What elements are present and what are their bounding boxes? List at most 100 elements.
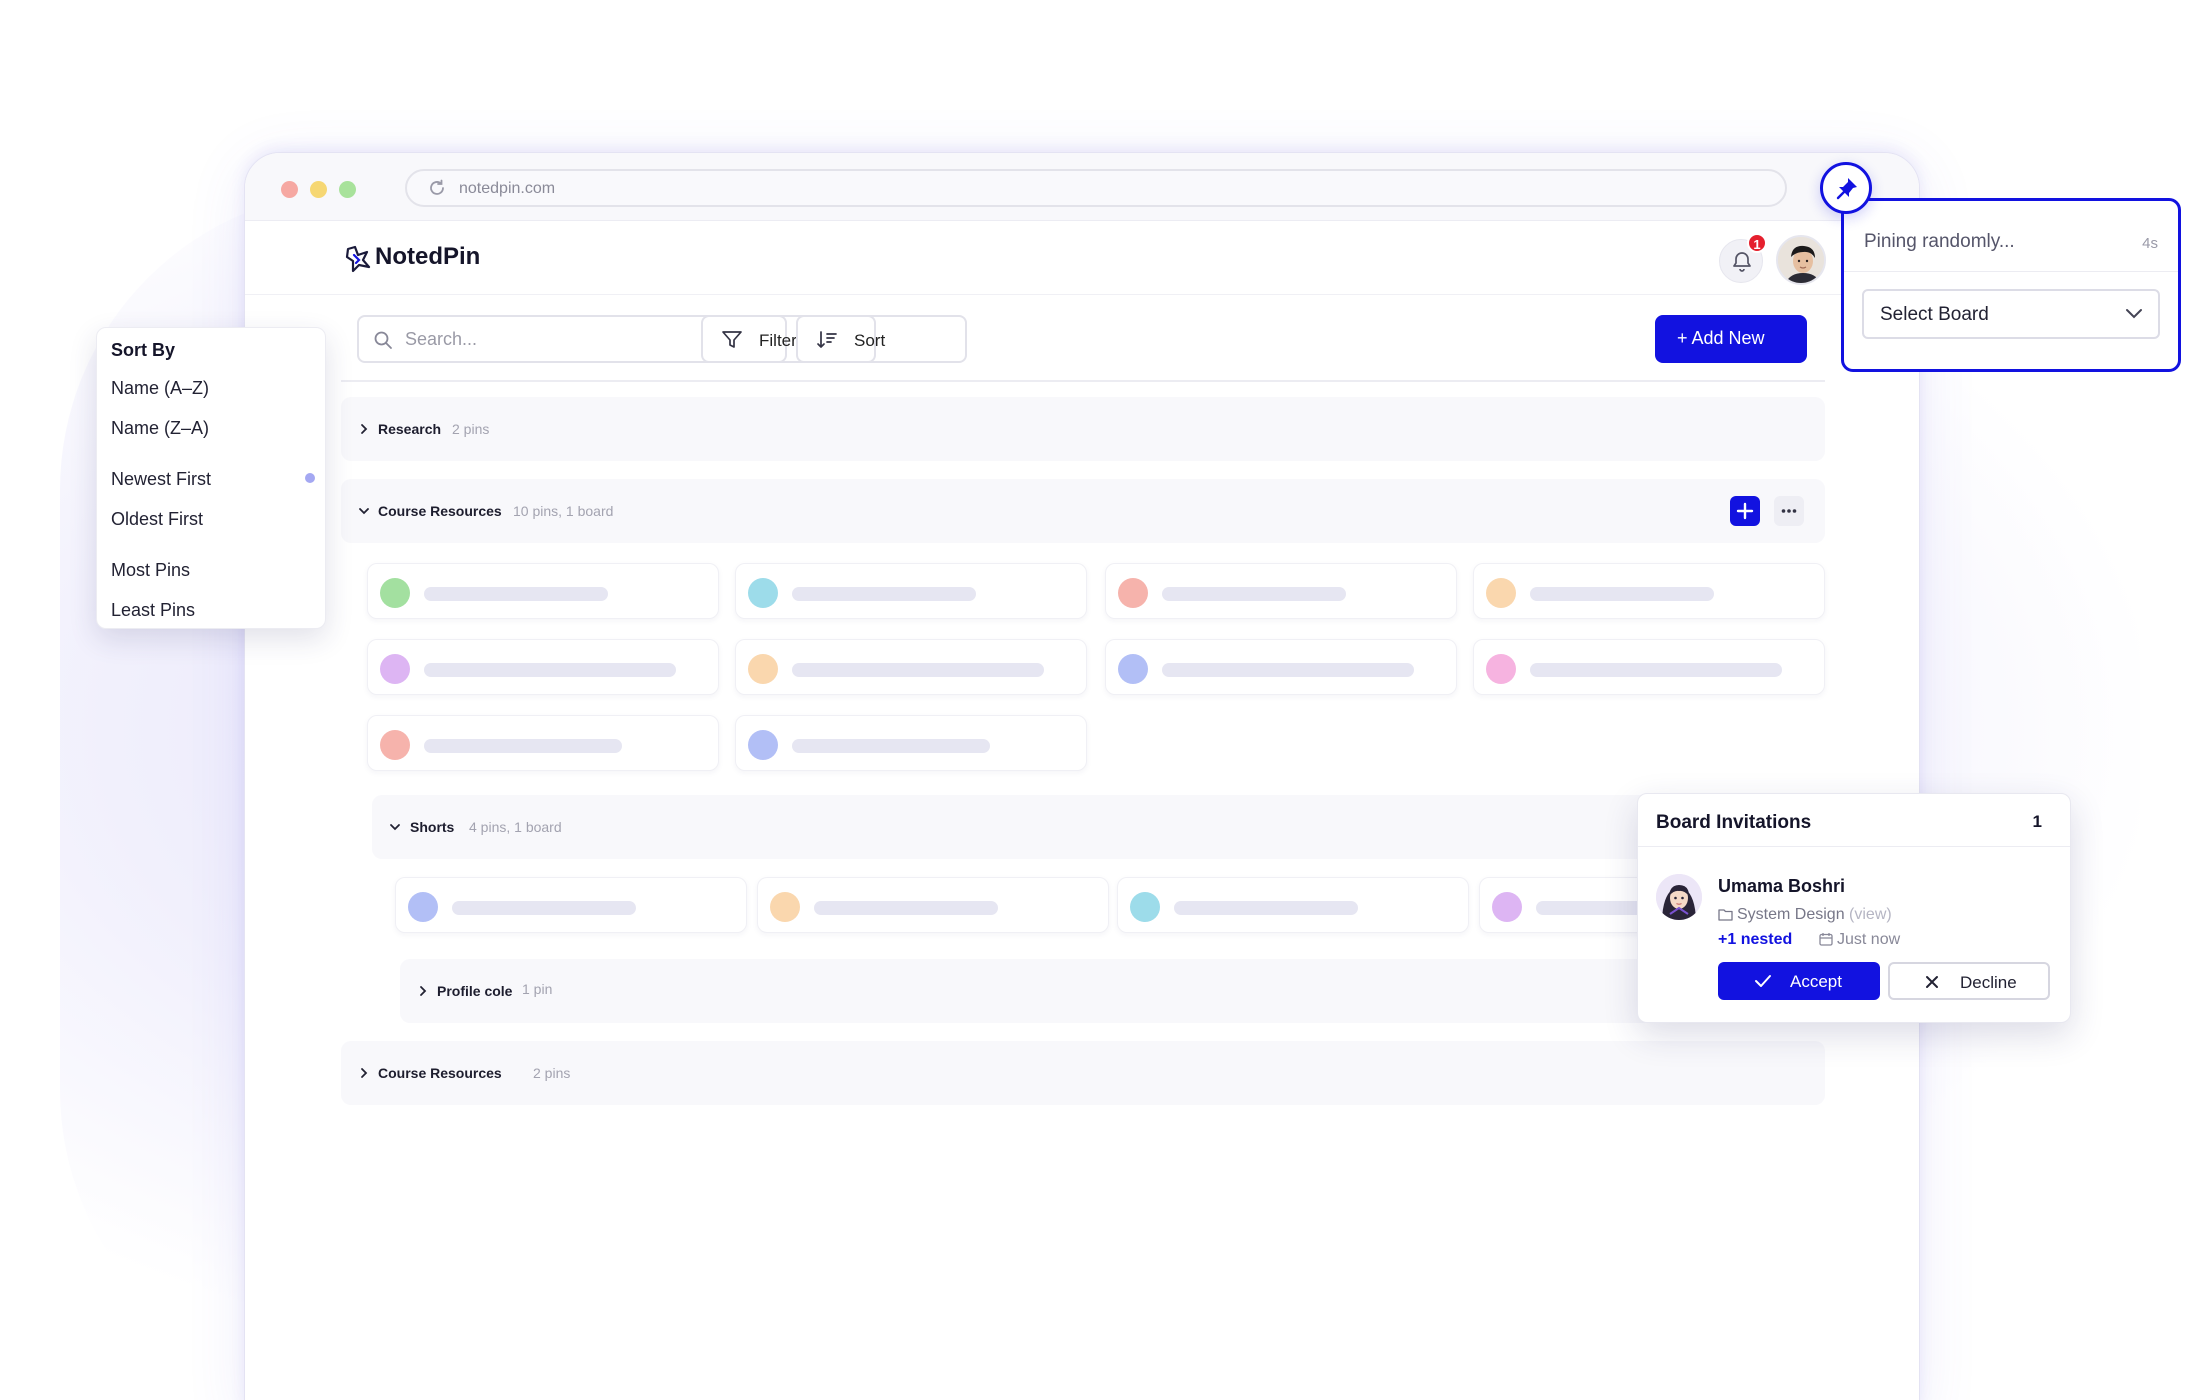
reload-icon[interactable] xyxy=(427,178,447,198)
pin-color-dot xyxy=(1486,654,1516,684)
sort-option-name-asc[interactable]: Name (A–Z) xyxy=(111,378,209,399)
folder-profile-cole[interactable]: Profile cole 1 pin xyxy=(400,959,1825,1023)
pin-card[interactable] xyxy=(1117,877,1469,933)
pin-title-placeholder xyxy=(792,739,990,753)
pin-card[interactable] xyxy=(735,715,1087,771)
pin-card[interactable] xyxy=(735,639,1087,695)
sender-name: Umama Boshri xyxy=(1718,876,1846,896)
filter-icon xyxy=(722,331,742,348)
pin-card[interactable] xyxy=(735,563,1087,619)
toolbar: Filter Sort + Add New xyxy=(245,295,1919,379)
invite-board-line: System Design (view) xyxy=(1718,906,1892,924)
checkmark-icon xyxy=(1755,975,1771,987)
window-maximize-button[interactable] xyxy=(339,181,356,198)
pin-title-placeholder xyxy=(1530,663,1782,677)
folder-meta: 10 pins, 1 board xyxy=(513,503,614,519)
bell-icon xyxy=(1733,252,1751,272)
invite-time-line: Just now xyxy=(1819,931,1900,949)
pin-color-dot xyxy=(408,892,438,922)
add-pin-button[interactable] xyxy=(1730,496,1760,526)
sort-option-least-pins[interactable]: Least Pins xyxy=(111,600,195,621)
chevron-right-icon[interactable] xyxy=(357,1066,371,1080)
user-avatar[interactable] xyxy=(1776,235,1826,285)
folder-course-resources[interactable]: Course Resources 10 pins, 1 board xyxy=(341,479,1825,543)
sort-label: Sort xyxy=(854,331,886,350)
pin-card[interactable] xyxy=(757,877,1109,933)
invite-board-name: System Design xyxy=(1737,906,1845,923)
sort-option-name-desc[interactable]: Name (Z–A) xyxy=(111,418,209,439)
invitations-title: Board Invitations xyxy=(1656,812,1812,833)
sort-option-oldest-first[interactable]: Oldest First xyxy=(111,509,203,530)
chevron-down-icon[interactable] xyxy=(357,504,371,518)
folder-course-resources-2[interactable]: Course Resources 2 pins xyxy=(341,1041,1825,1105)
decline-button[interactable]: Decline xyxy=(1888,962,2050,1000)
pin-card[interactable] xyxy=(1473,563,1825,619)
pin-card[interactable] xyxy=(367,563,719,619)
pin-title-placeholder xyxy=(424,587,608,601)
folder-research[interactable]: Research 2 pins xyxy=(341,397,1825,461)
filter-button[interactable]: Filter xyxy=(701,315,797,363)
window-minimize-button[interactable] xyxy=(310,181,327,198)
nested-count[interactable]: +1 nested xyxy=(1718,931,1792,949)
pin-title-placeholder xyxy=(792,587,976,601)
pin-card[interactable] xyxy=(367,715,719,771)
pin-title-placeholder xyxy=(1174,901,1358,915)
more-options-button[interactable] xyxy=(1774,496,1804,526)
folder-name: Course Resources xyxy=(378,503,502,519)
sort-option-newest-first[interactable]: Newest First xyxy=(111,469,211,490)
pin-color-dot xyxy=(1118,578,1148,608)
pin-color-dot xyxy=(748,730,778,760)
address-bar[interactable]: notedpin.com xyxy=(405,169,1787,207)
pin-title-placeholder xyxy=(1162,587,1346,601)
window-close-button[interactable] xyxy=(281,181,298,198)
sort-button[interactable]: Sort xyxy=(796,315,885,363)
filter-label: Filter xyxy=(759,331,797,350)
pin-card[interactable] xyxy=(1105,563,1457,619)
sort-dropdown-menu: Sort By Name (A–Z) Name (Z–A) Newest Fir… xyxy=(96,327,326,629)
app-header: NotedPin 1 xyxy=(245,221,1919,295)
accept-button[interactable]: Accept xyxy=(1718,962,1880,1000)
pin-icon xyxy=(1836,178,1857,200)
folder-meta: 2 pins xyxy=(533,1065,571,1081)
pin-title-placeholder xyxy=(424,739,622,753)
toolbar-divider xyxy=(341,380,1825,382)
sender-avatar xyxy=(1656,874,1702,920)
selected-indicator-dot xyxy=(305,473,315,483)
pin-card[interactable] xyxy=(367,639,719,695)
pin-color-dot xyxy=(748,578,778,608)
invite-time: Just now xyxy=(1837,931,1901,948)
notification-badge: 1 xyxy=(1747,233,1767,253)
pin-color-dot xyxy=(380,578,410,608)
pin-extension-button[interactable] xyxy=(1820,162,1872,214)
pin-title-placeholder xyxy=(1530,587,1714,601)
pin-color-dot xyxy=(1118,654,1148,684)
pin-color-dot xyxy=(1486,578,1516,608)
folder-shorts[interactable]: Shorts 4 pins, 1 board xyxy=(372,795,1825,859)
pin-color-dot xyxy=(380,654,410,684)
panel-divider xyxy=(1844,271,2178,272)
chevron-right-icon[interactable] xyxy=(357,422,371,436)
search-icon xyxy=(374,331,392,349)
pin-color-dot xyxy=(748,654,778,684)
accept-label: Accept xyxy=(1790,972,1842,991)
pin-status-text: Pining randomly... xyxy=(1864,231,2015,252)
pin-card[interactable] xyxy=(1105,639,1457,695)
invitations-count: 1 xyxy=(2032,812,2042,831)
pin-card[interactable] xyxy=(395,877,747,933)
plus-icon xyxy=(1736,502,1754,520)
view-board-link[interactable]: (view) xyxy=(1849,906,1892,923)
chevron-down-icon[interactable] xyxy=(388,820,402,834)
pin-card[interactable] xyxy=(1473,639,1825,695)
folder-name: Profile cole xyxy=(437,983,513,999)
sort-option-most-pins[interactable]: Most Pins xyxy=(111,560,190,581)
select-board-dropdown[interactable]: Select Board xyxy=(1862,289,2160,339)
pin-timer: 4s xyxy=(2142,235,2158,252)
folder-meta: 1 pin xyxy=(522,981,553,997)
app-name[interactable]: NotedPin xyxy=(375,243,480,271)
chevron-right-icon[interactable] xyxy=(416,984,430,998)
folder-name: Research xyxy=(378,421,442,437)
add-new-button[interactable]: + Add New xyxy=(1655,315,1807,363)
pin-title-placeholder xyxy=(452,901,636,915)
folder-name: Shorts xyxy=(410,819,455,835)
more-icon xyxy=(1781,509,1797,513)
